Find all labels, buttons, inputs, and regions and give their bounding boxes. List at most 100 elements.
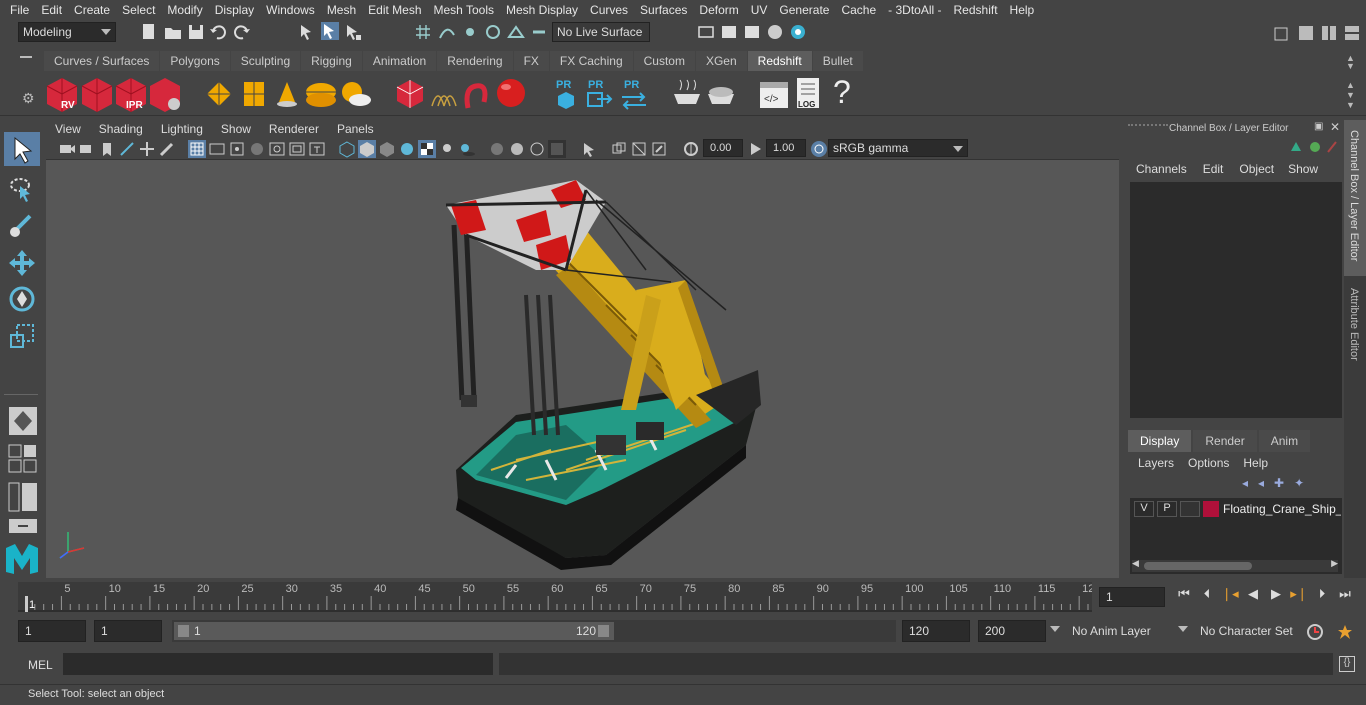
undo-icon[interactable] bbox=[209, 23, 227, 41]
viewport-menu-show[interactable]: Show bbox=[212, 122, 260, 136]
hypershade-icon[interactable] bbox=[766, 23, 784, 41]
camera-select-icon[interactable] bbox=[58, 140, 76, 158]
menu-surfaces[interactable]: Surfaces bbox=[634, 3, 693, 17]
menu-mesh-tools[interactable]: Mesh Tools bbox=[428, 3, 500, 17]
snap-curve-icon[interactable] bbox=[438, 23, 456, 41]
2d-pan-icon[interactable] bbox=[138, 140, 156, 158]
redo-icon[interactable] bbox=[233, 23, 251, 41]
select-object-icon[interactable] bbox=[321, 22, 339, 40]
snap-point-icon[interactable] bbox=[461, 23, 479, 41]
menu-redshift[interactable]: Redshift bbox=[948, 3, 1004, 17]
colorspace-dropdown[interactable]: sRGB gamma bbox=[828, 139, 968, 157]
bookmark-icon[interactable] bbox=[98, 140, 116, 158]
shelf-gear-icon[interactable]: ⚙ bbox=[22, 90, 35, 107]
shelf-tab-xgen[interactable]: XGen bbox=[695, 51, 747, 71]
menu-create[interactable]: Create bbox=[68, 3, 116, 17]
auto-key-icon[interactable] bbox=[1306, 623, 1324, 641]
snap-grid-icon[interactable] bbox=[414, 23, 432, 41]
shelf-tab-polygons[interactable]: Polygons bbox=[160, 51, 230, 71]
rs-light-icon[interactable] bbox=[271, 78, 303, 110]
motion-blur-icon[interactable] bbox=[508, 140, 526, 158]
snap-view-icon[interactable] bbox=[484, 23, 502, 41]
panel-close-icon[interactable]: ✕ bbox=[1330, 120, 1340, 134]
render-view-icon[interactable] bbox=[789, 23, 807, 41]
dof-icon[interactable] bbox=[548, 140, 566, 158]
shelf-tab-custom[interactable]: Custom bbox=[633, 51, 695, 71]
select-tool-icon[interactable] bbox=[10, 136, 36, 164]
layer-tab-render[interactable]: Render bbox=[1193, 430, 1257, 452]
pr-swap-icon[interactable]: PR bbox=[619, 76, 649, 110]
menu-3dtoall[interactable]: - 3DtoAll - bbox=[882, 3, 947, 17]
layer-display-type[interactable] bbox=[1180, 501, 1200, 517]
select-hierarchy-icon[interactable] bbox=[298, 23, 316, 41]
menu-display[interactable]: Display bbox=[209, 3, 260, 17]
rs-dome-icon[interactable] bbox=[304, 78, 338, 110]
default-material-icon[interactable] bbox=[378, 140, 396, 158]
pr-object-icon[interactable]: PR bbox=[553, 76, 579, 110]
grid-toggle-icon[interactable] bbox=[188, 140, 206, 158]
character-set-dropdown[interactable]: No Character Set bbox=[1196, 620, 1298, 642]
rs-proxy-icon[interactable] bbox=[203, 78, 235, 110]
menu-curves[interactable]: Curves bbox=[584, 3, 634, 17]
live-surface-field[interactable]: No Live Surface bbox=[552, 22, 650, 42]
range-slider-handle[interactable]: 1 120 bbox=[174, 622, 614, 640]
rotate-tool-icon[interactable] bbox=[8, 284, 36, 314]
render-settings-icon[interactable] bbox=[697, 23, 715, 41]
layer-tab-anim[interactable]: Anim bbox=[1258, 430, 1311, 452]
shelf-menu-icon[interactable] bbox=[20, 56, 32, 58]
xray-joints-icon[interactable] bbox=[630, 140, 648, 158]
gamma-icon[interactable] bbox=[747, 140, 765, 158]
layer-playback-toggle[interactable]: P bbox=[1157, 501, 1177, 517]
layout-3-icon[interactable] bbox=[1343, 24, 1361, 42]
redshift-rv-icon[interactable]: RV bbox=[45, 76, 79, 112]
field-chart-icon[interactable] bbox=[268, 140, 286, 158]
layout-outliner-icon[interactable] bbox=[8, 482, 38, 512]
shadows-icon[interactable] bbox=[458, 140, 476, 158]
go-to-end-icon[interactable]: ⏭ bbox=[1336, 586, 1354, 602]
shelf-tab-curves-surfaces[interactable]: Curves / Surfaces bbox=[44, 51, 160, 71]
safe-title-icon[interactable] bbox=[308, 140, 326, 158]
layer-menu-options[interactable]: Options bbox=[1188, 456, 1229, 470]
channel-menu-object[interactable]: Object bbox=[1239, 162, 1274, 176]
layout-1-icon[interactable] bbox=[1297, 24, 1315, 42]
wire-on-shaded-icon[interactable] bbox=[398, 140, 416, 158]
rs-hair-icon[interactable] bbox=[426, 80, 460, 110]
mel-input[interactable] bbox=[63, 653, 493, 675]
shelf-tab-redshift[interactable]: Redshift bbox=[747, 51, 812, 71]
3d-scene[interactable]: persp bbox=[46, 160, 1119, 609]
make-live-icon[interactable] bbox=[530, 23, 548, 41]
xray-active-icon[interactable] bbox=[650, 140, 668, 158]
layout-four-icon[interactable] bbox=[8, 444, 38, 474]
tab-attribute-editor[interactable]: Attribute Editor bbox=[1348, 288, 1360, 361]
layer-menu-layers[interactable]: Layers bbox=[1138, 456, 1174, 470]
mode-dropdown[interactable]: Modeling bbox=[18, 22, 116, 42]
menu-modify[interactable]: Modify bbox=[161, 3, 208, 17]
paint-select-icon[interactable] bbox=[8, 210, 36, 240]
layer-row[interactable]: V P Floating_Crane_Ship_V bbox=[1134, 500, 1342, 518]
layer-visibility-toggle[interactable]: V bbox=[1134, 501, 1154, 517]
channel-menu-channels[interactable]: Channels bbox=[1136, 162, 1187, 176]
ipr-render-icon[interactable] bbox=[743, 23, 761, 41]
menu-uv[interactable]: UV bbox=[745, 3, 774, 17]
shelf-tab-sculpting[interactable]: Sculpting bbox=[230, 51, 301, 71]
current-frame-marker[interactable] bbox=[25, 596, 28, 612]
rs-mesh-light-icon[interactable] bbox=[394, 78, 426, 110]
move-tool-icon[interactable] bbox=[8, 248, 36, 278]
anti-alias-icon[interactable] bbox=[528, 140, 546, 158]
shelf-scroll-arrows-icon[interactable]: ▲ ▼ ▼ bbox=[1346, 80, 1355, 110]
redshift-ipr-icon[interactable]: IPR bbox=[114, 76, 148, 112]
step-forward-frame-icon[interactable]: ▸❘ bbox=[1290, 586, 1308, 602]
tab-channel-box[interactable]: Channel Box / Layer Editor bbox=[1348, 130, 1360, 261]
image-plane-icon[interactable] bbox=[118, 140, 136, 158]
channel-menu-show[interactable]: Show bbox=[1288, 162, 1318, 176]
smooth-shade-icon[interactable] bbox=[358, 140, 376, 158]
menu-mesh-display[interactable]: Mesh Display bbox=[500, 3, 584, 17]
render-frame-icon[interactable] bbox=[720, 23, 738, 41]
rs-sun-sky-icon[interactable] bbox=[338, 78, 372, 110]
channel-menu-edit[interactable]: Edit bbox=[1203, 162, 1224, 176]
scene-end-field[interactable]: 200 bbox=[978, 620, 1046, 642]
channel-box-tools-icon[interactable] bbox=[1288, 139, 1340, 155]
menu-mesh[interactable]: Mesh bbox=[321, 3, 362, 17]
save-scene-icon[interactable] bbox=[187, 23, 205, 41]
scene-start-field[interactable]: 1 bbox=[18, 620, 86, 642]
